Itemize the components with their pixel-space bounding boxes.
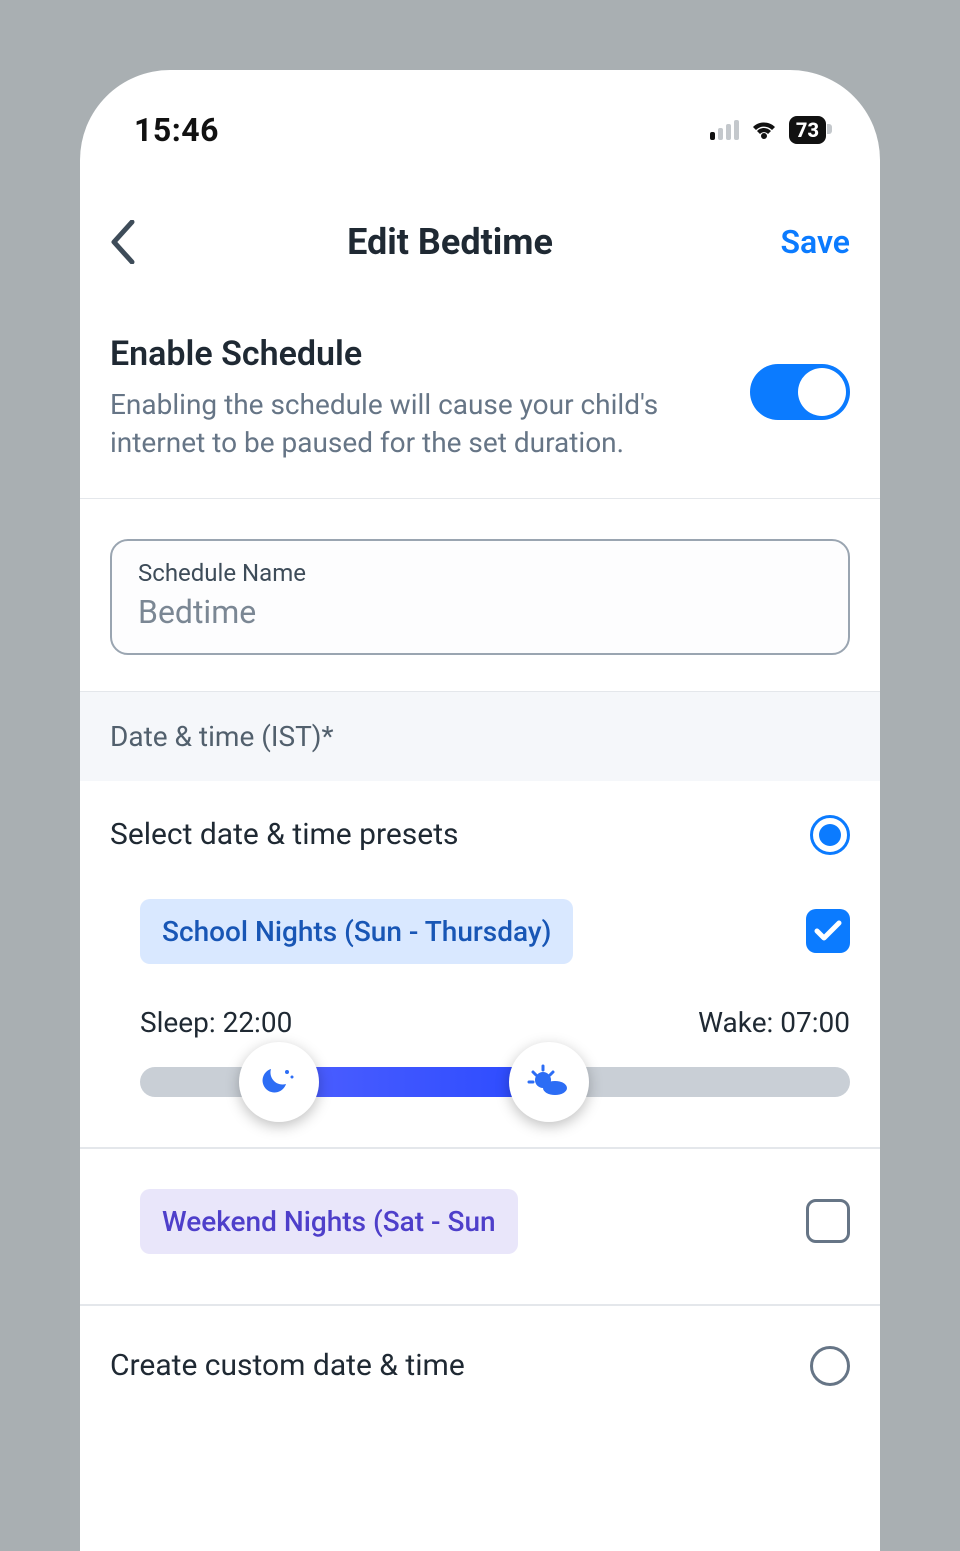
presets-label: Select date & time presets xyxy=(110,817,459,852)
datetime-subheader: Date & time (IST)* xyxy=(80,692,880,781)
schedule-name-input[interactable]: Schedule Name Bedtime xyxy=(110,539,850,655)
wake-handle[interactable] xyxy=(509,1042,589,1122)
bedtime-slider[interactable] xyxy=(110,1067,850,1097)
phone-frame: 15:46 73 Edit Bedtime Save Enable Schedu… xyxy=(80,70,880,1551)
name-section: Schedule Name Bedtime xyxy=(80,499,880,692)
back-button[interactable] xyxy=(110,220,170,264)
wifi-icon xyxy=(749,119,779,141)
weekend-checkbox[interactable] xyxy=(806,1199,850,1243)
status-bar: 15:46 73 xyxy=(80,70,880,160)
custom-row[interactable]: Create custom date & time xyxy=(80,1306,880,1426)
sleep-time-label: Sleep: 22:00 xyxy=(140,1006,292,1039)
page-title: Edit Bedtime xyxy=(347,221,553,263)
presets-row[interactable]: Select date & time presets xyxy=(80,781,880,889)
status-icons: 73 xyxy=(710,116,826,144)
weekend-chip[interactable]: Weekend Nights (Sat - Sun xyxy=(140,1189,518,1254)
enable-section: Enable Schedule Enabling the schedule wi… xyxy=(80,294,880,499)
wake-time-label: Wake: 07:00 xyxy=(698,1006,850,1039)
enable-toggle[interactable] xyxy=(750,364,850,420)
school-preset: School Nights (Sun - Thursday) Sleep: 22… xyxy=(80,889,880,1149)
sleep-handle[interactable] xyxy=(239,1042,319,1122)
cellular-icon xyxy=(710,120,739,140)
battery-icon: 73 xyxy=(789,116,826,144)
school-chip[interactable]: School Nights (Sun - Thursday) xyxy=(140,899,573,964)
custom-radio[interactable] xyxy=(810,1346,850,1386)
schedule-name-value: Bedtime xyxy=(138,593,822,631)
status-time: 15:46 xyxy=(134,111,219,149)
nav-bar: Edit Bedtime Save xyxy=(80,160,880,294)
schedule-name-label: Schedule Name xyxy=(138,559,822,587)
custom-label: Create custom date & time xyxy=(110,1348,465,1383)
presets-radio[interactable] xyxy=(810,815,850,855)
school-checkbox[interactable] xyxy=(806,909,850,953)
enable-desc: Enabling the schedule will cause your ch… xyxy=(110,386,730,462)
weekend-preset: Weekend Nights (Sat - Sun xyxy=(80,1149,880,1306)
save-button[interactable]: Save xyxy=(730,223,850,261)
enable-title: Enable Schedule xyxy=(110,334,730,374)
